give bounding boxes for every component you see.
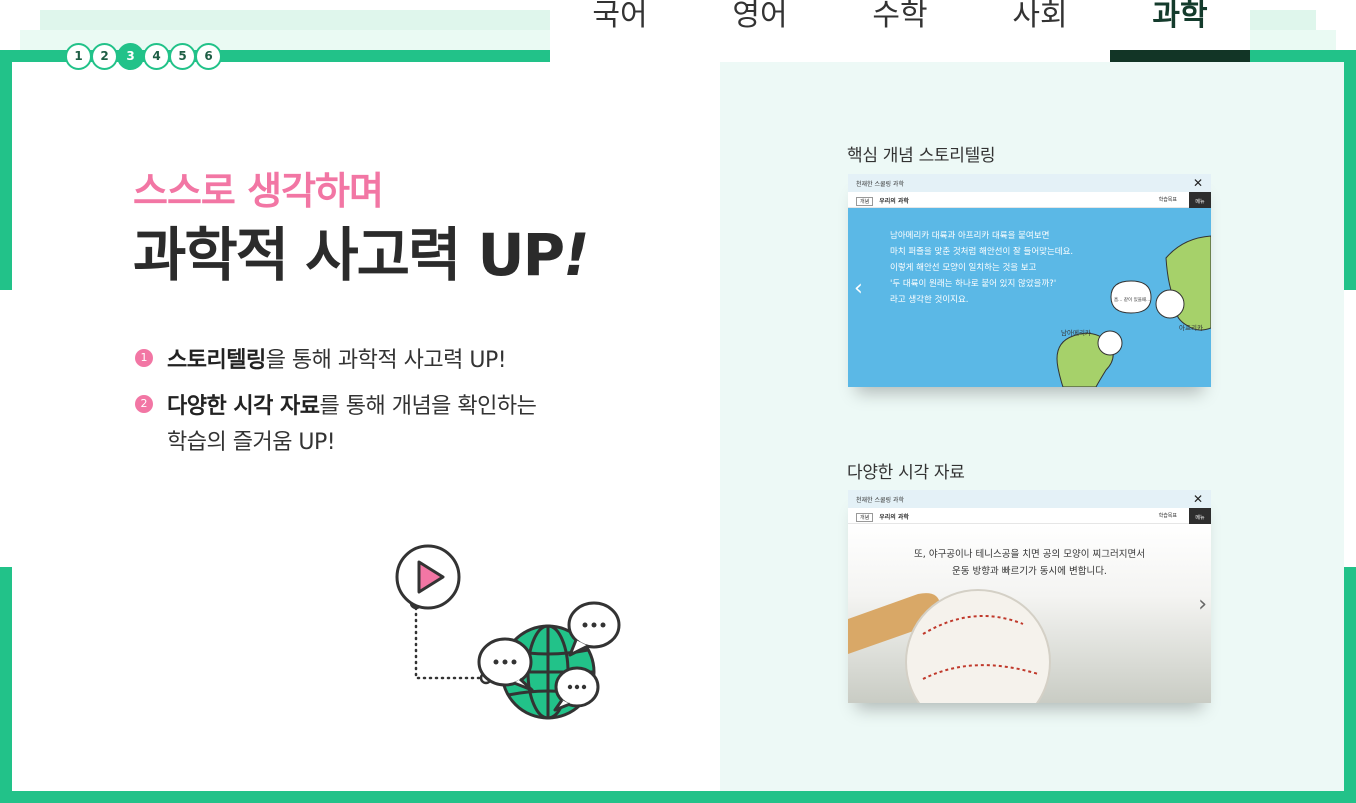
- next-arrow-icon[interactable]: ›: [1198, 592, 1207, 617]
- feature-item: 1 스토리텔링을 통해 과학적 사고력 UP!: [135, 343, 615, 379]
- story-line: 남아메리카 대륙과 아프리카 대륙을 붙여보면: [890, 231, 1050, 241]
- feature-text: 스토리텔링을 통해 과학적 사고력 UP!: [167, 343, 507, 379]
- goal-button[interactable]: 학습목표: [1159, 196, 1177, 203]
- prev-arrow-icon[interactable]: ‹: [854, 276, 863, 301]
- globe-chat-illustration: [395, 544, 621, 720]
- feature-text: 다양한 시각 자료를 통해 개념을 확인하는학습의 즐거움 UP!: [167, 389, 537, 461]
- step-3[interactable]: 3: [117, 43, 144, 70]
- visual-line: 운동 방향과 빠르기가 동시에 변합니다.: [952, 566, 1107, 577]
- screen-tag: 개념: [856, 513, 874, 522]
- feature-list: 1 스토리텔링을 통해 과학적 사고력 UP! 2 다양한 시각 자료를 통해 …: [135, 343, 615, 471]
- screen2-title: 다양한 시각 자료: [847, 463, 965, 483]
- close-icon[interactable]: ✕: [1193, 490, 1203, 508]
- step-2[interactable]: 2: [91, 43, 118, 70]
- active-tab-indicator: [1110, 50, 1250, 62]
- screen-app-title: 천재한 스쿨링 과학: [856, 181, 904, 188]
- hero-headline: 과학적 사고력 UP!: [133, 208, 590, 292]
- visual-text: 또, 야구공이나 테니스공을 치면 공의 모양이 찌그러지면서 운동 방향과 빠…: [848, 546, 1211, 580]
- frame-left-top: [0, 50, 12, 290]
- character-face: [1097, 330, 1123, 356]
- bullet-number: 2: [135, 395, 153, 413]
- story-line: 이렇게 해안선 모양이 일치하는 것을 보고: [890, 263, 1037, 273]
- tab-math[interactable]: 수학: [830, 0, 970, 50]
- screen-subbar: 개념 우리의 과학 학습목표 메뉴: [848, 192, 1211, 213]
- step-1[interactable]: 1: [65, 43, 92, 70]
- story-line: 마치 퍼즐을 맞춘 것처럼 해안선이 잘 들어맞는데요.: [890, 247, 1074, 257]
- baseball-scene: 또, 야구공이나 테니스공을 치면 공의 모양이 찌그러지면서 운동 방향과 빠…: [848, 524, 1211, 703]
- character-face: [1155, 289, 1185, 319]
- step-5[interactable]: 5: [169, 43, 196, 70]
- hero-headline-mark: !: [563, 221, 589, 289]
- feature-rest: 을 통해 과학적 사고력 UP!: [265, 348, 507, 373]
- frame-bottom: [0, 791, 1356, 803]
- tab-english[interactable]: 영어: [690, 0, 830, 50]
- feature-rest-line2: 학습의 즐거움 UP!: [167, 430, 336, 455]
- feature-item: 2 다양한 시각 자료를 통해 개념을 확인하는학습의 즐거움 UP!: [135, 389, 615, 461]
- tab-social[interactable]: 사회: [970, 0, 1110, 50]
- storytelling-screen: 천재한 스쿨링 과학 ✕ 개념 우리의 과학 학습목표 메뉴 남아메리카 아프리카…: [848, 174, 1211, 387]
- story-line: 라고 생각한 것이지요.: [890, 295, 969, 305]
- frame-right-bottom: [1344, 567, 1356, 803]
- step-indicator: 1 2 3 4 5 6: [65, 43, 222, 70]
- tab-korean[interactable]: 국어: [550, 0, 690, 50]
- screen-app-title: 천재한 스쿨링 과학: [856, 497, 904, 504]
- screen1-title: 핵심 개념 스토리텔링: [847, 146, 996, 166]
- hero-subtitle: 스스로 생각하며: [133, 169, 384, 213]
- chat-bubble-icon: [553, 666, 600, 712]
- play-icon: [395, 544, 461, 610]
- screen-titlebar: 천재한 스쿨링 과학 ✕: [848, 490, 1211, 508]
- screen-titlebar: 천재한 스쿨링 과학 ✕: [848, 174, 1211, 192]
- feature-rest: 를 통해 개념을 확인하는: [319, 394, 537, 419]
- screen-subbar: 개념 우리의 과학 학습목표 메뉴: [848, 508, 1211, 529]
- tab-science[interactable]: 과학: [1110, 0, 1250, 50]
- dotted-connector: [414, 600, 487, 680]
- screen-tag: 개념: [856, 197, 874, 206]
- map-label-africa: 아프리카: [1179, 323, 1203, 332]
- step-4[interactable]: 4: [143, 43, 170, 70]
- close-icon[interactable]: ✕: [1193, 174, 1203, 192]
- frame-right-top: [1344, 50, 1356, 290]
- feature-bold: 다양한 시각 자료: [167, 394, 320, 419]
- hero-headline-text: 과학적 사고력 UP: [133, 221, 565, 289]
- step-6[interactable]: 6: [195, 43, 222, 70]
- frame-left-bottom: [0, 567, 12, 803]
- story-line: '두 대륙이 원래는 하나로 붙어 있지 않았을까?': [890, 279, 1057, 289]
- screen-subtitle: 우리의 과학: [879, 198, 909, 205]
- chat-bubble-icon: [567, 601, 621, 657]
- goal-button[interactable]: 학습목표: [1159, 512, 1177, 519]
- feature-bold: 스토리텔링: [167, 348, 266, 373]
- visual-material-screen: 천재한 스쿨링 과학 ✕ 개념 우리의 과학 학습목표 메뉴 또, 야구공이나 테…: [848, 490, 1211, 703]
- map-label-south-america: 남아메리카: [1061, 328, 1091, 337]
- bullet-number: 1: [135, 349, 153, 367]
- story-text: 남아메리카 대륙과 아프리카 대륙을 붙여보면 마치 퍼즐을 맞춘 것처럼 해안…: [890, 228, 1140, 308]
- visual-line: 또, 야구공이나 테니스공을 치면 공의 모양이 찌그러지면서: [914, 549, 1145, 560]
- storytelling-scene: 남아메리카 아프리카 흠... 같이 있을때... 남아메리카 대륙과 아프리카…: [848, 208, 1211, 387]
- screen-subtitle: 우리의 과학: [879, 514, 909, 521]
